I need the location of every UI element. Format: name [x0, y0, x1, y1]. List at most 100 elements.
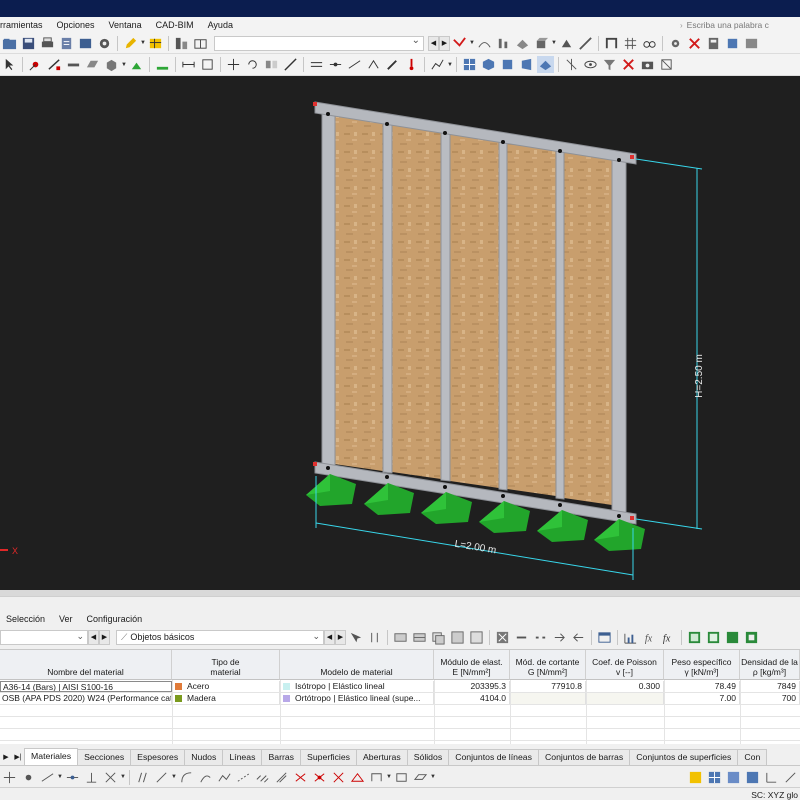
cell-material-type[interactable]: Acero [172, 681, 280, 692]
draw-line-icon[interactable] [153, 769, 170, 786]
export-icon[interactable] [570, 629, 587, 646]
cell-material-name[interactable]: A36-14 (Bars) | AISI S100-16 [0, 681, 172, 692]
draw-slab-icon[interactable] [412, 769, 429, 786]
next-icon[interactable]: ▶ [99, 629, 110, 645]
draw-circle-icon[interactable] [197, 769, 214, 786]
view-side-icon[interactable] [518, 56, 535, 73]
link-icon[interactable] [513, 629, 530, 646]
dropdown-arrow-icon[interactable]: ▼ [120, 769, 126, 786]
cell-material-model[interactable]: Ortótropo | Elástico lineal (supe... [280, 693, 434, 704]
unlink-icon[interactable] [532, 629, 549, 646]
draw-cross-icon[interactable] [311, 769, 328, 786]
visibility-icon[interactable] [582, 56, 599, 73]
import-icon[interactable] [551, 629, 568, 646]
menu-herramientas[interactable]: rramientas [0, 20, 50, 30]
delete-row-icon[interactable] [411, 629, 428, 646]
scale-icon[interactable] [282, 56, 299, 73]
cell-poisson[interactable] [586, 693, 664, 704]
view-front-icon[interactable] [499, 56, 516, 73]
settings-icon[interactable] [667, 35, 684, 52]
cell-shear-modulus[interactable]: 77910.8 [510, 681, 586, 692]
member-icon[interactable] [65, 56, 82, 73]
tab-barras[interactable]: Barras [261, 749, 302, 765]
dropdown-arrow-icon[interactable]: ▼ [447, 56, 453, 73]
cell-density[interactable]: 700 [740, 693, 800, 704]
tab-conjuntos-barras[interactable]: Conjuntos de barras [537, 749, 631, 765]
save-icon[interactable] [20, 35, 37, 52]
menu-ventana[interactable]: Ventana [102, 20, 149, 30]
dropdown-arrow-icon[interactable]: ▼ [469, 35, 475, 52]
dropdown-arrow-icon[interactable]: ▼ [57, 769, 63, 786]
snap-intersection-icon[interactable] [102, 769, 119, 786]
surface-icon[interactable] [84, 56, 101, 73]
solid-results-icon[interactable] [533, 35, 550, 52]
join-icon[interactable] [365, 56, 382, 73]
extend-icon[interactable] [346, 56, 363, 73]
cursor-icon[interactable] [1, 56, 18, 73]
model-canvas[interactable]: H=2.50 m L=2.00 m X [0, 76, 800, 590]
next-icon[interactable]: ▶ [439, 35, 450, 51]
tab-nudos[interactable]: Nudos [184, 749, 224, 765]
panel-menu-seleccion[interactable]: Selección [0, 614, 53, 624]
draw-wall-icon[interactable] [393, 769, 410, 786]
result-icon[interactable] [451, 35, 468, 52]
previous-icon[interactable]: ◀ [428, 35, 439, 51]
sort-icon[interactable] [366, 629, 383, 646]
view-grid-toggle-icon[interactable] [706, 769, 723, 786]
excel-export-icon[interactable] [686, 629, 703, 646]
mirror-icon[interactable] [263, 56, 280, 73]
export-table-icon[interactable] [468, 629, 485, 646]
solid-icon[interactable] [103, 56, 120, 73]
view-snap-toggle-icon[interactable] [744, 769, 761, 786]
cell-specific-weight[interactable]: 7.00 [664, 693, 740, 704]
tab-secciones[interactable]: Secciones [77, 749, 132, 765]
previous-icon[interactable]: ◀ [88, 629, 99, 645]
node-icon[interactable] [27, 56, 44, 73]
display-options-icon[interactable] [743, 35, 760, 52]
render-icon[interactable] [96, 35, 113, 52]
cell-specific-weight[interactable]: 78.49 [664, 681, 740, 692]
next-icon[interactable]: ▶ [335, 629, 346, 645]
excel-import-icon[interactable] [705, 629, 722, 646]
snap-grid-icon[interactable] [1, 769, 18, 786]
edit-pencil-icon[interactable] [122, 35, 139, 52]
copy-row-icon[interactable] [430, 629, 447, 646]
member-results-icon[interactable] [495, 35, 512, 52]
view-grid-icon[interactable] [461, 56, 478, 73]
menu-ayuda[interactable]: Ayuda [201, 20, 240, 30]
tab-lineas[interactable]: Líneas [222, 749, 263, 765]
menu-opciones[interactable]: Opciones [50, 20, 102, 30]
help-search-box[interactable]: › Escriba una palabra c [680, 18, 800, 32]
line-support-icon[interactable] [154, 56, 171, 73]
tab-solidos[interactable]: Sólidos [406, 749, 450, 765]
window-icon[interactable] [596, 629, 613, 646]
load-case-combo[interactable] [214, 35, 424, 51]
materials-table[interactable]: Nombre del material Tipo de material Mod… [0, 649, 800, 744]
table-category-combo[interactable]: ⌄ [0, 629, 88, 645]
dropdown-arrow-icon[interactable]: ▼ [551, 35, 557, 52]
axis-icon[interactable] [763, 769, 780, 786]
cell-elastic-modulus[interactable]: 203395.3 [434, 681, 510, 692]
coordinate-icon[interactable] [782, 769, 799, 786]
line-icon[interactable] [46, 56, 63, 73]
object-filter-combo[interactable]: ⟋ Objetos básicos ⌄ [116, 629, 324, 645]
deformation-icon[interactable] [476, 35, 493, 52]
draw-hatch-icon[interactable] [254, 769, 271, 786]
design-check-icon[interactable] [724, 35, 741, 52]
surface-results-icon[interactable] [514, 35, 531, 52]
column-header-elastic-modulus[interactable]: Módulo de elast. E [N/mm²] [434, 650, 510, 680]
column-header-poisson[interactable]: Coef. de Poisson v [--] [586, 650, 664, 680]
menu-cad-bim[interactable]: CAD-BIM [149, 20, 201, 30]
panel-menu-configuracion[interactable]: Configuración [81, 614, 151, 624]
frame-icon[interactable] [603, 35, 620, 52]
formula-icon[interactable]: fx [641, 629, 658, 646]
coordinate-system-status[interactable]: SC: XYZ glo [751, 790, 798, 800]
cell-material-type[interactable]: Madera [172, 693, 280, 704]
cell-material-model[interactable]: Isótropo | Elástico lineal [280, 681, 434, 692]
tab-conjuntos-lineas[interactable]: Conjuntos de líneas [448, 749, 539, 765]
select-icon[interactable] [347, 629, 364, 646]
grid-icon[interactable] [622, 35, 639, 52]
dropdown-arrow-icon[interactable]: ▼ [386, 769, 392, 786]
connect-icon[interactable] [327, 56, 344, 73]
load-combo-icon[interactable] [192, 35, 209, 52]
